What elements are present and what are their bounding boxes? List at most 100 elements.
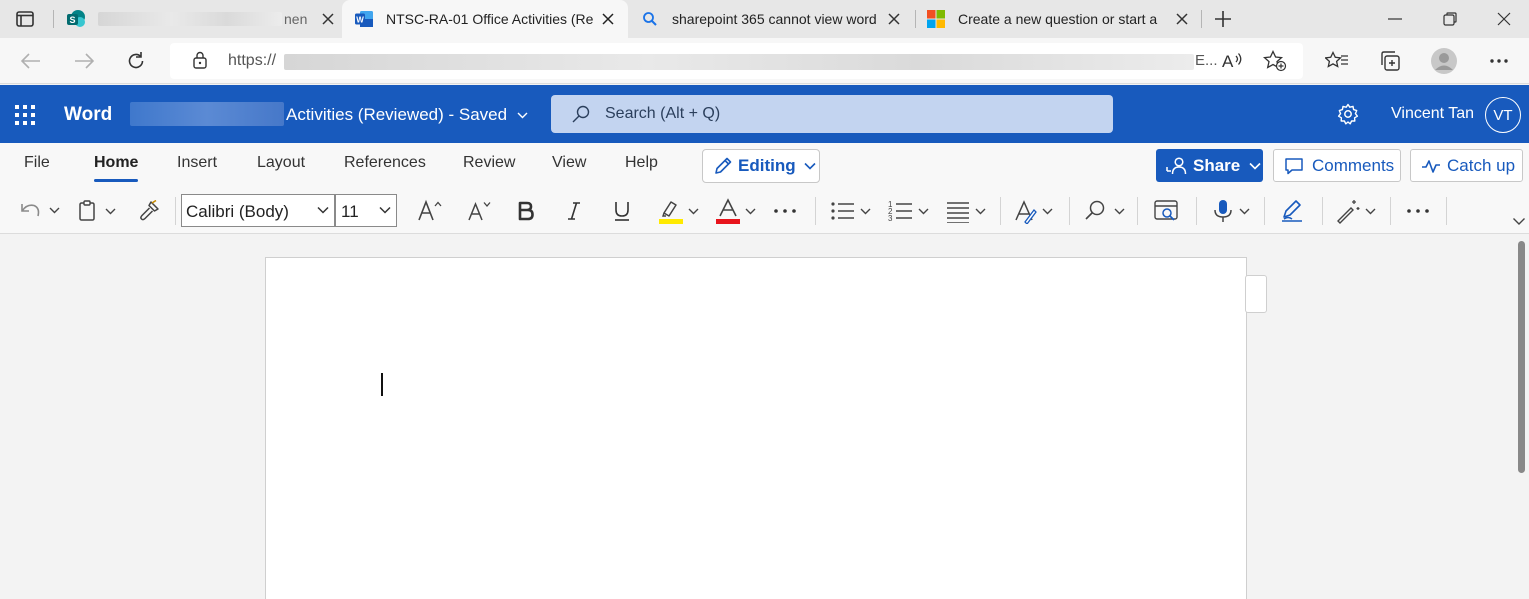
shrink-font-button[interactable]	[464, 196, 496, 226]
immersive-reader-icon	[1154, 200, 1178, 221]
document-title-text: Activities (Reviewed) - Saved	[286, 105, 508, 124]
underline-icon	[615, 202, 629, 221]
comments-button[interactable]: Comments	[1273, 149, 1401, 182]
dictate-button[interactable]	[1208, 196, 1256, 226]
tab-references[interactable]: References	[344, 154, 426, 172]
tab-file[interactable]: File	[24, 154, 50, 172]
tab-title: sharepoint 365 cannot view word	[672, 11, 877, 27]
close-window-button[interactable]	[1477, 0, 1529, 38]
magic-wand-icon	[1337, 200, 1376, 224]
restore-button[interactable]	[1423, 0, 1477, 38]
app-name[interactable]: Word	[64, 104, 112, 126]
format-painter-button[interactable]	[134, 196, 164, 226]
bullets-button[interactable]	[828, 196, 876, 226]
font-name-select[interactable]: Calibri (Body)	[181, 194, 335, 227]
settings-gear-icon[interactable]	[1337, 103, 1359, 125]
clipboard-icon	[79, 200, 116, 221]
close-icon[interactable]	[598, 9, 618, 29]
immersive-reader-button[interactable]	[1150, 196, 1182, 226]
grow-font-button[interactable]	[414, 196, 446, 226]
user-avatar[interactable]: VT	[1485, 97, 1521, 133]
address-bar[interactable]: https:// E... A	[170, 43, 1303, 79]
comment-margin-tab[interactable]	[1245, 275, 1267, 313]
document-page[interactable]	[265, 257, 1247, 599]
new-tab-button[interactable]	[1208, 4, 1238, 34]
user-name[interactable]: Vincent Tan	[1391, 105, 1474, 123]
bold-button[interactable]	[510, 196, 542, 226]
share-people-icon	[1166, 156, 1187, 174]
tab-title: NTSC-RA-01 Office Activities (Re	[386, 11, 594, 27]
tab-sharepoint[interactable]: S nen	[62, 0, 338, 38]
ribbon-expand-icon[interactable]	[1510, 214, 1528, 228]
microphone-icon	[1214, 200, 1250, 222]
comment-icon	[1285, 157, 1303, 174]
tab-view[interactable]: View	[552, 154, 586, 172]
chevron-down-icon	[1249, 162, 1261, 170]
tab-layout[interactable]: Layout	[257, 154, 305, 172]
browser-tab-strip: S nen W NTSC-RA-01 Office Activities (Re…	[0, 0, 1529, 38]
bold-icon	[518, 201, 534, 221]
font-size-value: 11	[341, 202, 359, 221]
url-prefix: https://	[228, 52, 277, 69]
more-options-icon[interactable]	[1403, 196, 1433, 226]
text-cursor	[381, 373, 383, 396]
styles-icon	[1015, 200, 1053, 224]
search-placeholder: Search (Alt + Q)	[605, 105, 721, 122]
activity-pulse-icon	[1422, 159, 1440, 173]
profile-avatar-icon[interactable]	[1429, 46, 1459, 76]
add-favorite-icon[interactable]	[1263, 50, 1287, 72]
italic-icon	[568, 202, 580, 220]
italic-button[interactable]	[558, 196, 590, 226]
font-size-select[interactable]: 11	[335, 194, 397, 227]
highlight-color-button[interactable]	[656, 196, 702, 226]
align-button[interactable]	[944, 196, 992, 226]
format-painter-icon	[140, 200, 159, 221]
ribbon-toolbar: Calibri (Body) 11 123	[0, 188, 1529, 234]
catch-up-button[interactable]: Catch up	[1410, 149, 1523, 182]
more-font-options-icon[interactable]	[770, 196, 800, 226]
share-button[interactable]: Share	[1156, 149, 1263, 182]
minimize-button[interactable]	[1368, 0, 1422, 38]
tab-search[interactable]: sharepoint 365 cannot view word	[632, 0, 912, 38]
document-title[interactable]: Activities (Reviewed) - Saved	[286, 105, 528, 125]
close-icon[interactable]	[1172, 9, 1192, 29]
font-color-button[interactable]	[714, 196, 760, 226]
close-icon[interactable]	[318, 9, 338, 29]
tab-review[interactable]: Review	[463, 154, 515, 172]
undo-button[interactable]	[16, 196, 64, 226]
search-icon	[571, 105, 591, 123]
tab-microsoft-qna[interactable]: Create a new question or start a	[922, 0, 1198, 38]
close-icon[interactable]	[884, 9, 904, 29]
search-input[interactable]: Search (Alt + Q)	[551, 95, 1113, 133]
favorites-icon[interactable]	[1322, 46, 1352, 76]
editor-button[interactable]	[1276, 196, 1308, 226]
underline-button[interactable]	[606, 196, 638, 226]
editing-mode-button[interactable]: Editing	[702, 149, 820, 183]
find-button[interactable]	[1082, 196, 1130, 226]
numbering-button[interactable]: 123	[886, 196, 934, 226]
tab-home[interactable]: Home	[94, 154, 139, 182]
collections-icon[interactable]	[1375, 46, 1405, 76]
app-launcher-icon[interactable]	[14, 104, 36, 126]
align-icon	[947, 202, 986, 223]
paste-button[interactable]	[76, 196, 122, 226]
back-button[interactable]	[16, 46, 46, 76]
search-icon	[640, 9, 660, 29]
url-redacted	[284, 54, 1194, 70]
lock-icon[interactable]	[192, 51, 208, 69]
tab-word-document[interactable]: W NTSC-RA-01 Office Activities (Re	[342, 0, 628, 38]
svg-text:3: 3	[888, 214, 893, 223]
read-aloud-icon[interactable]: A	[1221, 50, 1245, 72]
document-canvas	[0, 235, 1529, 599]
forward-button[interactable]	[69, 46, 99, 76]
svg-text:S: S	[69, 15, 75, 25]
styles-button[interactable]	[1012, 196, 1060, 226]
numbering-icon: 123	[888, 200, 929, 223]
tab-help[interactable]: Help	[625, 154, 658, 172]
designer-button[interactable]	[1334, 196, 1382, 226]
vertical-scrollbar[interactable]	[1518, 241, 1525, 473]
tab-insert[interactable]: Insert	[177, 154, 217, 172]
more-icon[interactable]	[1484, 46, 1514, 76]
refresh-button[interactable]	[121, 46, 151, 76]
tab-actions-icon[interactable]	[12, 8, 38, 30]
